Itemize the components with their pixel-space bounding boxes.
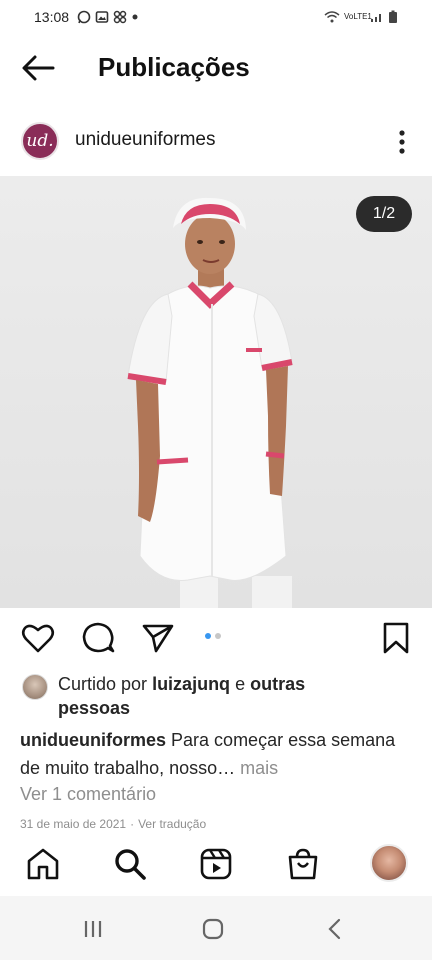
liked-by-text: Curtido por luizajunq e outras pessoas xyxy=(58,672,378,720)
wifi-icon xyxy=(324,11,340,23)
home-icon[interactable] xyxy=(25,846,61,882)
reels-icon[interactable] xyxy=(198,846,234,882)
share-send-icon[interactable] xyxy=(140,620,176,656)
caption-more-link[interactable]: mais xyxy=(240,758,278,778)
post-meta: 31 de maio de 2021 · Ver tradução xyxy=(20,817,207,831)
brand-logo-text: ud. xyxy=(26,131,54,151)
recent-apps-icon[interactable] xyxy=(80,916,106,942)
notification-dot-icon xyxy=(132,14,138,20)
profile-avatar[interactable]: ud. xyxy=(21,122,59,160)
post-actions xyxy=(0,620,432,658)
like-heart-icon[interactable] xyxy=(20,620,56,656)
post-image[interactable]: 1/2 xyxy=(0,176,432,608)
whatsapp-icon xyxy=(77,10,91,24)
liker-avatar xyxy=(22,674,48,700)
post-username[interactable]: unidueuniformes xyxy=(75,129,215,151)
liked-by-user[interactable]: luizajunq xyxy=(152,674,230,694)
view-comments-link[interactable]: Ver 1 comentário xyxy=(20,784,156,805)
liked-by-conjunction: e xyxy=(235,674,246,694)
network-label: VoLTE1 xyxy=(344,12,372,21)
top-bar: Publicações xyxy=(0,38,432,98)
more-options-icon[interactable] xyxy=(392,128,412,156)
liked-by-prefix: Curtido por xyxy=(58,674,148,694)
uniform-model-illustration xyxy=(127,197,293,608)
pinwheel-icon xyxy=(113,10,127,24)
save-bookmark-icon[interactable] xyxy=(378,620,414,656)
back-arrow-icon[interactable] xyxy=(20,53,56,83)
translate-link[interactable]: Ver tradução xyxy=(138,817,206,831)
comment-bubble-icon[interactable] xyxy=(80,620,116,656)
bottom-navigation xyxy=(0,832,432,894)
carousel-dot-active xyxy=(205,633,211,639)
signal-icon xyxy=(371,14,381,22)
battery-icon xyxy=(389,10,397,23)
home-button-icon[interactable] xyxy=(200,916,226,942)
post-header: ud. unidueuniformes xyxy=(0,118,432,166)
gallery-icon xyxy=(95,11,109,23)
search-icon[interactable] xyxy=(112,846,148,882)
clock: 13:08 xyxy=(34,9,70,25)
photo-counter: 1/2 xyxy=(356,196,412,232)
status-bar: 13:08 VoLTE1 xyxy=(0,0,432,34)
caption-username[interactable]: unidueuniformes xyxy=(20,730,166,750)
carousel-indicator xyxy=(205,633,221,639)
back-button-icon[interactable] xyxy=(322,916,348,942)
profile-tab-avatar[interactable] xyxy=(370,844,408,882)
post-date: 31 de maio de 2021 xyxy=(20,817,127,831)
post-caption: unidueuniformes Para começar essa semana… xyxy=(20,726,420,782)
shop-bag-icon[interactable] xyxy=(285,846,321,882)
carousel-dot xyxy=(215,633,221,639)
page-title: Publicações xyxy=(98,52,250,82)
system-navigation-bar xyxy=(0,896,432,960)
